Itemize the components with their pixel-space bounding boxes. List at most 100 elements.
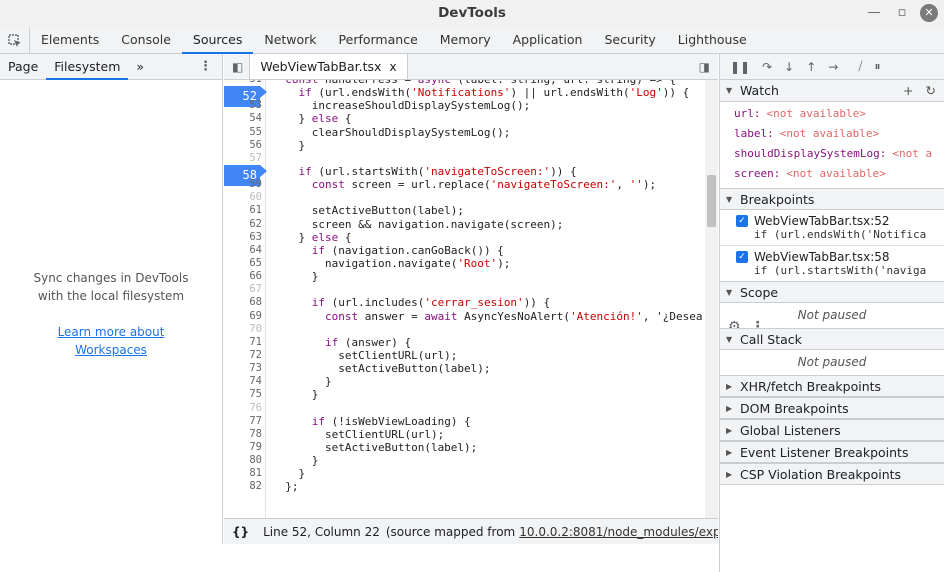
close-tab-icon[interactable]: x	[389, 60, 396, 74]
code-line[interactable]: 57	[224, 152, 704, 165]
code-line[interactable]: 73 setActiveButton(label);	[224, 362, 704, 375]
code-line[interactable]: 76	[224, 402, 704, 415]
line-number[interactable]: 79	[224, 441, 262, 454]
close-icon[interactable]: ✕	[920, 4, 938, 22]
watch-expression[interactable]: label: <not available>	[734, 124, 944, 144]
breakpoint-checkbox[interactable]: ✓	[736, 251, 748, 263]
line-number[interactable]: 80	[224, 454, 262, 467]
line-number[interactable]: 70	[224, 323, 262, 336]
workspaces-link[interactable]: Workspaces	[0, 341, 222, 359]
maximize-icon[interactable]: ▫	[892, 3, 912, 23]
more-tabs-chevron-icon[interactable]: »	[128, 55, 152, 79]
pause-on-exceptions-icon[interactable]: ⏸	[874, 59, 880, 74]
code-line[interactable]: 72 setClientURL(url);	[224, 349, 704, 362]
collapsed-section-header[interactable]: ▶ DOM Breakpoints	[720, 397, 944, 419]
collapsed-section-header[interactable]: ▶ Event Listener Breakpoints	[720, 441, 944, 463]
line-number[interactable]: 67	[224, 283, 262, 296]
line-number[interactable]: 74	[224, 375, 262, 388]
line-number[interactable]: 57	[224, 152, 262, 165]
toggle-debugger-icon[interactable]: ◨	[699, 60, 718, 74]
code-view[interactable]: 51 const handlePress = async (label: str…	[224, 80, 704, 531]
code-line[interactable]: 66 }	[224, 270, 704, 283]
step-out-icon[interactable]: ↑	[806, 60, 816, 74]
line-number[interactable]: 82	[224, 480, 262, 493]
line-number[interactable]: 75	[224, 388, 262, 401]
breakpoint-checkbox[interactable]: ✓	[736, 215, 748, 227]
code-line[interactable]: 54 } else {	[224, 112, 704, 125]
callstack-section-header[interactable]: ▼ Call Stack	[720, 328, 944, 350]
watch-expression[interactable]: url: <not available>	[734, 104, 944, 124]
code-line[interactable]: 67	[224, 283, 704, 296]
tab-elements[interactable]: Elements	[30, 28, 110, 53]
navigator-tab-filesystem[interactable]: Filesystem	[46, 55, 129, 80]
tab-lighthouse[interactable]: Lighthouse	[667, 28, 758, 53]
add-watch-icon[interactable]: +	[903, 83, 913, 98]
code-line[interactable]: 63 } else {	[224, 231, 704, 244]
step-over-icon[interactable]: ↷	[762, 60, 772, 74]
collapsed-section-header[interactable]: ▶ XHR/fetch Breakpoints	[720, 375, 944, 397]
toggle-navigator-icon[interactable]: ◧	[224, 60, 243, 74]
line-number[interactable]: 69	[224, 310, 262, 323]
code-line[interactable]: 81 }	[224, 467, 704, 480]
breakpoints-section-header[interactable]: ▼ Breakpoints	[720, 188, 944, 210]
code-line[interactable]: 75 }	[224, 388, 704, 401]
code-line[interactable]: 70	[224, 323, 704, 336]
line-number[interactable]: 54	[224, 112, 262, 125]
line-number[interactable]: 63	[224, 231, 262, 244]
tab-performance[interactable]: Performance	[328, 28, 429, 53]
navigator-tab-page[interactable]: Page	[0, 55, 46, 79]
tab-network[interactable]: Network	[253, 28, 327, 53]
code-line[interactable]: 78 setClientURL(url);	[224, 428, 704, 441]
code-line[interactable]: 79 setActiveButton(label);	[224, 441, 704, 454]
step-icon[interactable]: →	[828, 60, 838, 74]
line-number[interactable]: 64	[224, 244, 262, 257]
tab-security[interactable]: Security	[593, 28, 666, 53]
code-line[interactable]: 65 navigation.navigate('Root');	[224, 257, 704, 270]
navigator-menu-icon[interactable]: ⋮	[199, 59, 222, 74]
line-number[interactable]: 71	[224, 336, 262, 349]
line-number[interactable]: 81	[224, 467, 262, 480]
code-line[interactable]: 60	[224, 191, 704, 204]
line-number[interactable]: 77	[224, 415, 262, 428]
code-line[interactable]: 52 if (url.endsWith('Notifications') || …	[224, 86, 704, 108]
tab-sources[interactable]: Sources	[181, 28, 254, 54]
collapsed-section-header[interactable]: ▶ Global Listeners	[720, 419, 944, 441]
inspect-element-button[interactable]	[0, 28, 30, 53]
code-line[interactable]: 55 clearShouldDisplaySystemLog();	[224, 126, 704, 139]
code-line[interactable]: 77 if (!isWebViewLoading) {	[224, 415, 704, 428]
editor-file-tab[interactable]: WebViewTabBar.tsx x	[249, 54, 408, 79]
code-line[interactable]: 80 }	[224, 454, 704, 467]
minimize-icon[interactable]: —	[864, 3, 884, 23]
step-into-icon[interactable]: ↓	[784, 60, 794, 74]
breakpoint-item[interactable]: ✓ WebViewTabBar.tsx:58 if (url.startsWith(…	[720, 246, 944, 281]
line-number[interactable]: 72	[224, 349, 262, 362]
line-number[interactable]: 68	[224, 296, 262, 309]
watch-expression[interactable]: shouldDisplaySystemLog: <not a	[734, 144, 944, 164]
breakpoint-item[interactable]: ✓ WebViewTabBar.tsx:52 if (url.endsWith('N…	[720, 210, 944, 246]
source-map-link[interactable]: 10.0.0.2:8081/node_modules/expo/AppE	[519, 525, 718, 539]
learn-more-link[interactable]: Learn more about	[0, 323, 222, 341]
line-number[interactable]: 59	[224, 178, 262, 191]
pause-icon[interactable]: ❚❚	[730, 60, 750, 74]
line-number[interactable]: 76	[224, 402, 262, 415]
line-number[interactable]: 66	[224, 270, 262, 283]
line-number[interactable]: 56	[224, 139, 262, 152]
code-line[interactable]: 58 if (url.startsWith('navigateToScreen:…	[224, 164, 704, 187]
line-number[interactable]: 61	[224, 204, 262, 217]
line-number[interactable]: 55	[224, 126, 262, 139]
vertical-scrollbar[interactable]	[705, 80, 718, 531]
code-line[interactable]: 64 if (navigation.canGoBack()) {	[224, 244, 704, 257]
refresh-watch-icon[interactable]: ↻	[926, 83, 936, 98]
code-line[interactable]: 71 if (answer) {	[224, 336, 704, 349]
scope-section-header[interactable]: ▼ Scope	[720, 281, 944, 303]
watch-expression[interactable]: screen: <not available>	[734, 164, 944, 184]
line-number[interactable]: 53	[224, 99, 262, 112]
code-line[interactable]: 53 increaseShouldDisplaySystemLog();	[224, 99, 704, 112]
tab-application[interactable]: Application	[502, 28, 594, 53]
pretty-print-button[interactable]: {}	[232, 525, 249, 539]
code-line[interactable]: 74 }	[224, 375, 704, 388]
watch-section-header[interactable]: ▼ Watch + ↻	[720, 80, 944, 102]
tab-console[interactable]: Console	[110, 28, 182, 53]
line-number[interactable]: 65	[224, 257, 262, 270]
line-number[interactable]: 78	[224, 428, 262, 441]
